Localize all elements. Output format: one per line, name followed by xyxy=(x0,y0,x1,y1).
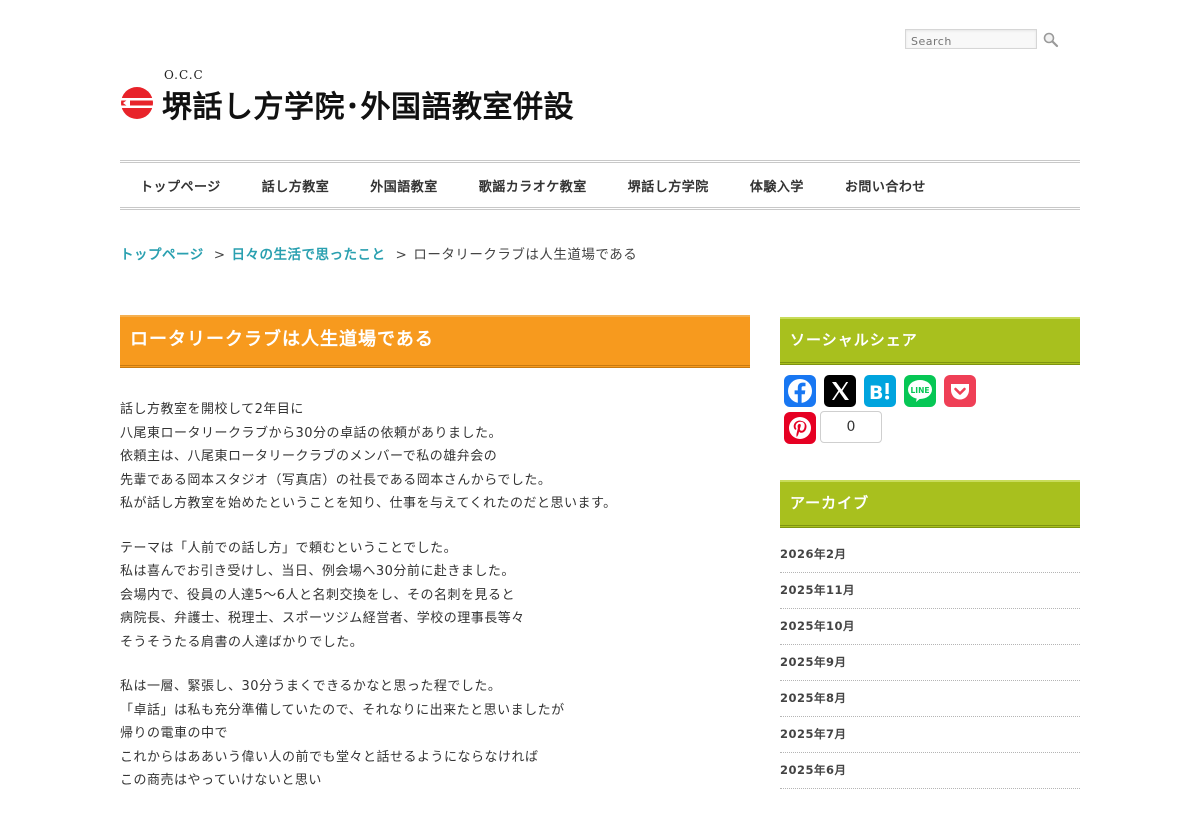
logo-abbr: O.C.C xyxy=(164,68,204,82)
archive-item[interactable]: 2025年10月 xyxy=(780,609,1080,645)
post-line: 私は喜んでお引き受けし、当日、例会場へ30分前に赴きました。 xyxy=(120,564,515,579)
pinterest-share-count: 0 xyxy=(820,411,882,443)
post-line: テーマは「人前での話し方」で頼むということでした。 xyxy=(120,540,458,556)
archive-widget-header: アーカイブ xyxy=(780,480,1080,528)
svg-text:B: B xyxy=(869,382,883,404)
archive-item[interactable]: 2026年2月 xyxy=(780,537,1080,573)
archive-title: アーカイブ xyxy=(790,494,870,512)
facebook-icon xyxy=(788,379,812,404)
svg-text:LINE: LINE xyxy=(911,386,930,395)
breadcrumb-category[interactable]: 日々の生活で思ったこと xyxy=(232,247,386,263)
archive-list: 2026年2月 2025年11月 2025年10月 2025年9月 2025年8… xyxy=(780,537,1080,789)
post-line: 話し方教室を開校して2年目に xyxy=(120,402,304,417)
nav-item-contact[interactable]: お問い合わせ xyxy=(845,176,926,195)
post-line: 私が話し方教室を始めたということを知り、仕事を与えてくれたのだと思います。 xyxy=(120,496,617,511)
post-line: 八尾東ロータリークラブから30分の卓話の依頼がありました。 xyxy=(120,425,503,441)
post-content: 話し方教室を開校して2年目に 八尾東ロータリークラブから30分の卓話の依頼があり… xyxy=(120,398,750,814)
archive-item[interactable]: 2025年7月 xyxy=(780,717,1080,753)
site-title: 堺話し方学院･外国語教室併設 xyxy=(162,90,574,125)
main-nav: トップページ 話し方教室 外国語教室 歌謡カラオケ教室 堺話し方学院 体験入学 … xyxy=(120,160,1080,210)
post-paragraph: テーマは「人前での話し方」で頼むということでした。 私は喜んでお引き受けし、当日… xyxy=(120,537,750,655)
post-title: ロータリークラブは人生道場である xyxy=(130,329,434,350)
archive-item[interactable]: 2025年6月 xyxy=(780,753,1080,789)
post-line: 先輩である岡本スタジオ（写真店）の社長である岡本さんからでした。 xyxy=(120,472,552,488)
breadcrumb-current: ロータリークラブは人生道場である xyxy=(413,247,638,263)
pinterest-share-button[interactable] xyxy=(784,412,816,444)
post-line: これからはああいう偉い人の前でも堂々と話せるようにならなければ xyxy=(120,749,539,765)
pinterest-icon xyxy=(789,417,811,439)
post-line: 会場内で、役員の人達5～6人と名刺交換をし、その名刺を見ると xyxy=(120,587,516,603)
post-line: 依頼主は、八尾東ロータリークラブのメンバーで私の雄弁会の xyxy=(120,449,498,464)
social-share-title: ソーシャルシェア xyxy=(790,331,918,349)
line-share-button[interactable]: LINE xyxy=(904,375,936,407)
search-input[interactable] xyxy=(906,32,1036,51)
breadcrumb-home[interactable]: トップページ xyxy=(120,247,204,263)
nav-item-foreign-language[interactable]: 外国語教室 xyxy=(370,176,438,195)
logo-mark-icon xyxy=(120,86,154,124)
archive-item[interactable]: 2025年8月 xyxy=(780,681,1080,717)
line-icon: LINE xyxy=(908,380,932,402)
post-line: この商売はやっていけないと思い xyxy=(120,773,322,788)
breadcrumb-separator: > xyxy=(213,247,226,263)
post-line: 帰りの電車の中で xyxy=(120,726,229,741)
x-share-button[interactable] xyxy=(824,375,856,407)
nav-item-speech-class[interactable]: 話し方教室 xyxy=(262,176,330,195)
post-paragraph: 私は一層、緊張し、30分うまくできるかなと思った程でした。 「卓話」は私も充分準… xyxy=(120,675,750,793)
breadcrumb-separator: > xyxy=(395,247,408,263)
nav-item-academy[interactable]: 堺話し方学院 xyxy=(628,176,709,195)
post-line: そうそうたる肩書の人達ばかりでした。 xyxy=(120,634,364,650)
hatena-bookmark-share-button[interactable]: B xyxy=(864,375,896,407)
search-box[interactable] xyxy=(905,29,1037,51)
nav-item-trial[interactable]: 体験入学 xyxy=(750,176,804,195)
nav-item-top[interactable]: トップページ xyxy=(140,176,221,195)
post-line: 私は一層、緊張し、30分うまくできるかなと思った程でした。 xyxy=(120,679,502,694)
post-title-bar: ロータリークラブは人生道場である xyxy=(120,315,750,368)
breadcrumb: トップページ > 日々の生活で思ったこと > ロータリークラブは人生道場である xyxy=(120,243,637,263)
archive-item[interactable]: 2025年9月 xyxy=(780,645,1080,681)
pocket-share-button[interactable] xyxy=(944,375,976,407)
hatena-bookmark-icon: B xyxy=(869,382,890,404)
post-line: 「卓話」は私も充分準備していたので、それなりに出来たと思いましたが xyxy=(120,702,565,718)
post-line: 病院長、弁護士、税理士、スポーツジム経営者、学校の理事長等々 xyxy=(120,611,525,626)
pocket-icon xyxy=(951,384,969,400)
social-share-widget-header: ソーシャルシェア xyxy=(780,317,1080,365)
facebook-share-button[interactable] xyxy=(784,375,816,407)
nav-item-karaoke[interactable]: 歌謡カラオケ教室 xyxy=(479,176,587,195)
search-icon[interactable] xyxy=(1042,31,1060,49)
post-paragraph: 話し方教室を開校して2年目に 八尾東ロータリークラブから30分の卓話の依頼があり… xyxy=(120,398,750,516)
archive-item[interactable]: 2025年11月 xyxy=(780,573,1080,609)
x-icon xyxy=(832,382,849,400)
